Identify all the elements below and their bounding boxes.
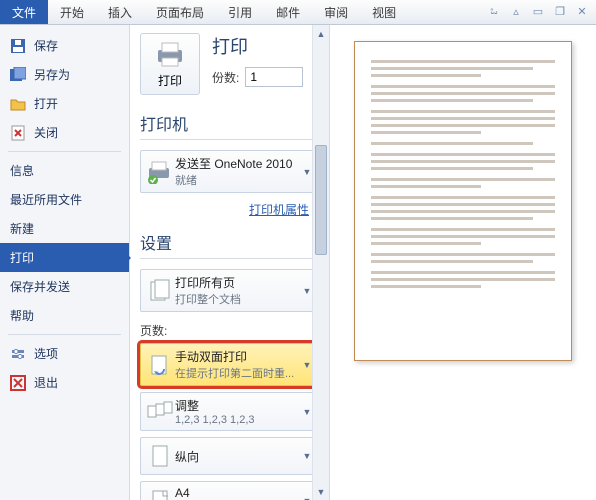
- settings-scrollbar[interactable]: ▲ ▼: [312, 25, 329, 500]
- scroll-down-icon[interactable]: ▼: [313, 483, 329, 500]
- sidebar-options[interactable]: 选项: [0, 339, 129, 368]
- sidebar-recent[interactable]: 最近所用文件: [0, 185, 129, 214]
- printer-section-title: 打印机: [140, 107, 319, 140]
- scroll-up-icon[interactable]: ▲: [313, 25, 329, 42]
- label: 退出: [34, 374, 58, 391]
- save-icon: [10, 38, 26, 54]
- sublabel: 在提示打印第二面时重...: [175, 365, 300, 381]
- minimize-icon[interactable]: ▭: [530, 3, 546, 19]
- sidebar-saveas[interactable]: 另存为: [0, 60, 129, 89]
- scroll-thumb[interactable]: [315, 145, 327, 255]
- ribbon: 文件 开始 插入 页面布局 引用 邮件 审阅 视图 ಒ ▵ ▭ ❐ ✕: [0, 0, 596, 25]
- sidebar-info[interactable]: 信息: [0, 156, 129, 185]
- sidebar-print[interactable]: 打印: [0, 243, 129, 272]
- sidebar-close[interactable]: 关闭: [0, 118, 129, 147]
- label: 信息: [10, 162, 34, 179]
- restore-icon[interactable]: ❐: [552, 3, 568, 19]
- close-icon[interactable]: ✕: [574, 3, 590, 19]
- print-button[interactable]: 打印: [140, 33, 200, 95]
- copies-label: 份数:: [212, 69, 239, 86]
- sidebar-save[interactable]: 保存: [0, 31, 129, 60]
- sidebar-new[interactable]: 新建: [0, 214, 129, 243]
- tab-file[interactable]: 文件: [0, 0, 48, 24]
- sidebar-help[interactable]: 帮助: [0, 301, 129, 330]
- label: 打印: [158, 72, 182, 89]
- open-icon: [10, 96, 26, 112]
- pages-icon: [145, 277, 175, 305]
- tab-insert[interactable]: 插入: [96, 0, 144, 24]
- sidebar-open[interactable]: 打开: [0, 89, 129, 118]
- sidebar-save-send[interactable]: 保存并发送: [0, 272, 129, 301]
- print-preview: [330, 25, 596, 500]
- sublabel: 打印整个文档: [175, 291, 300, 307]
- label: 帮助: [10, 307, 34, 324]
- settings-section-title: 设置: [140, 226, 319, 259]
- close-file-icon: [10, 125, 26, 141]
- label: 新建: [10, 220, 34, 237]
- help-icon[interactable]: ಒ: [486, 3, 502, 19]
- label: 选项: [34, 345, 58, 362]
- sidebar-exit[interactable]: 退出: [0, 368, 129, 397]
- portrait-icon: [145, 442, 175, 470]
- paper-size-selector[interactable]: A421 厘米 x 29.7 厘米 ▼: [140, 481, 319, 500]
- collate-icon: [145, 398, 175, 426]
- label: 调整: [175, 397, 300, 414]
- pages-field-label: 页数:: [130, 320, 329, 341]
- tab-layout[interactable]: 页面布局: [144, 0, 216, 24]
- label: 纵向: [175, 448, 300, 465]
- duplex-icon: [145, 351, 175, 379]
- saveas-icon: [10, 67, 26, 83]
- tab-review[interactable]: 审阅: [312, 0, 360, 24]
- label: 另存为: [34, 66, 70, 83]
- collate-selector[interactable]: 调整1,2,3 1,2,3 1,2,3 ▼: [140, 392, 319, 431]
- printer-status: 就绪: [175, 172, 300, 188]
- label: 关闭: [34, 124, 58, 141]
- tab-mail[interactable]: 邮件: [264, 0, 312, 24]
- printer-name: 发送至 OneNote 2010: [175, 155, 300, 172]
- label: 保存: [34, 37, 58, 54]
- label: 最近所用文件: [10, 191, 82, 208]
- ribbon-toggle-icon[interactable]: ▵: [508, 3, 524, 19]
- label: 打印: [10, 249, 34, 266]
- label: A4: [175, 486, 300, 500]
- tab-references[interactable]: 引用: [216, 0, 264, 24]
- options-icon: [10, 346, 26, 362]
- printer-selector[interactable]: 发送至 OneNote 2010就绪 ▼: [140, 150, 319, 193]
- print-title: 打印: [212, 33, 303, 59]
- tab-view[interactable]: 视图: [360, 0, 408, 24]
- duplex-selector[interactable]: 手动双面打印在提示打印第二面时重... ▼: [140, 343, 319, 386]
- print-settings-panel: 打印 打印 份数: 打印机 发送至 OneNote 2010就绪 ▼ 打印机属性…: [130, 25, 330, 500]
- sublabel: 1,2,3 1,2,3 1,2,3: [175, 414, 300, 426]
- label: 保存并发送: [10, 278, 70, 295]
- window-controls: ಒ ▵ ▭ ❐ ✕: [486, 3, 590, 19]
- preview-page: [354, 41, 572, 361]
- label: 打印所有页: [175, 274, 300, 291]
- orientation-selector[interactable]: 纵向 ▼: [140, 437, 319, 475]
- paper-icon: [145, 487, 175, 500]
- copies-input[interactable]: [245, 67, 303, 87]
- label: 手动双面打印: [175, 348, 300, 365]
- tab-home[interactable]: 开始: [48, 0, 96, 24]
- exit-icon: [10, 375, 26, 391]
- printer-icon: [154, 40, 186, 68]
- label: 打开: [34, 95, 58, 112]
- backstage-sidebar: 保存 另存为 打开 关闭 信息 最近所用文件 新建 打印 保存并发送 帮助 选项…: [0, 25, 130, 500]
- printer-properties-link[interactable]: 打印机属性: [130, 201, 329, 224]
- print-range-selector[interactable]: 打印所有页打印整个文档 ▼: [140, 269, 319, 312]
- printer-status-icon: [145, 158, 175, 186]
